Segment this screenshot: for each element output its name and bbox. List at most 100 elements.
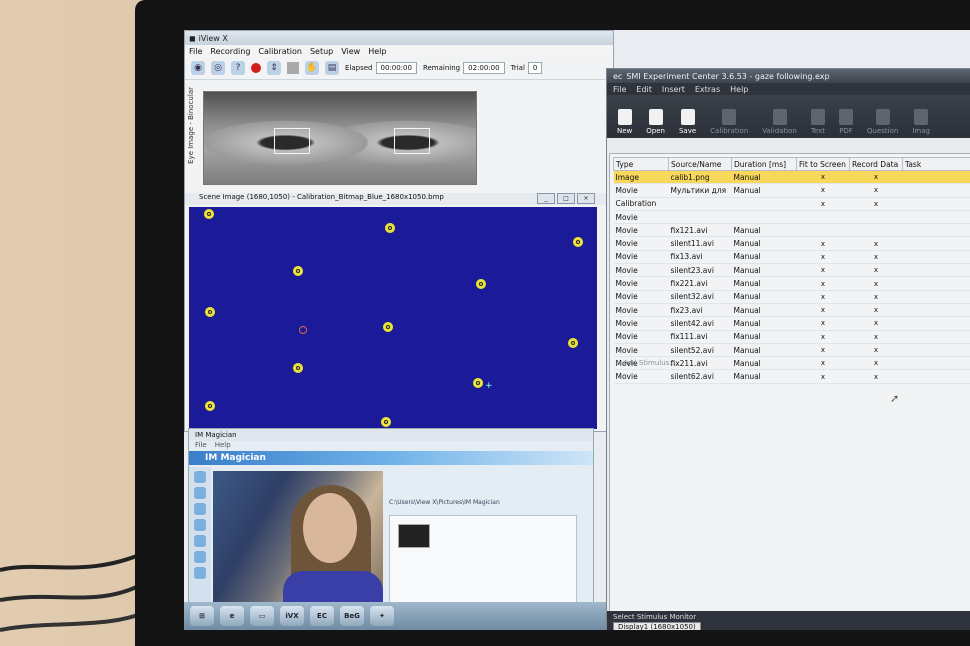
- iview-menu-view[interactable]: View: [341, 47, 360, 56]
- help-icon[interactable]: [194, 567, 206, 579]
- cell-record-data[interactable]: x: [849, 369, 903, 384]
- col-fit-to-screen[interactable]: Fit to Screen: [796, 157, 850, 171]
- cell-fit-to-screen[interactable]: x: [796, 316, 850, 331]
- col-record-data[interactable]: Record Data: [849, 157, 903, 171]
- magician-menu-help[interactable]: Help: [215, 441, 231, 451]
- pdf-button[interactable]: PDF: [839, 109, 854, 135]
- explorer-icon[interactable]: ▭: [250, 606, 274, 626]
- cell-record-data[interactable]: x: [849, 330, 903, 344]
- table-row[interactable]: Movie fix23.avi Manual x x: [613, 303, 970, 318]
- table-row[interactable]: Movie silent23.avi Manual x x: [613, 263, 970, 278]
- cell-record-data[interactable]: x: [849, 236, 903, 251]
- eye-help-icon[interactable]: ?: [231, 61, 245, 75]
- taskbar-experiment-center[interactable]: EC: [310, 606, 334, 626]
- record-button[interactable]: [251, 63, 261, 73]
- cell-record-data[interactable]: x: [849, 343, 903, 358]
- monitor-select[interactable]: Display1 (1680x1050): [613, 622, 701, 630]
- image-thumbnail[interactable]: [398, 524, 430, 548]
- new-button[interactable]: New: [617, 109, 632, 135]
- table-row[interactable]: Movie fix111.avi Manual x x: [613, 330, 970, 344]
- iview-menu-help[interactable]: Help: [368, 47, 386, 56]
- cell-record-data[interactable]: x: [849, 170, 903, 185]
- scene-image[interactable]: _ □ × +: [189, 193, 597, 429]
- cell-record-data[interactable]: x: [849, 303, 903, 318]
- cell-record-data[interactable]: x: [849, 290, 903, 304]
- question-button[interactable]: Question: [867, 109, 898, 135]
- table-row[interactable]: Movie silent42.avi Manual x x: [613, 316, 970, 331]
- cell-fit-to-screen[interactable]: x: [796, 290, 850, 304]
- cell-record-data[interactable]: x: [849, 276, 903, 291]
- iview-menu-recording[interactable]: Recording: [210, 47, 250, 56]
- col-source-name[interactable]: Source/Name: [668, 157, 732, 171]
- cell-record-data[interactable]: x: [849, 263, 903, 278]
- validation-button[interactable]: Validation: [762, 109, 797, 135]
- camera-icon[interactable]: [194, 519, 206, 531]
- cell-record-data[interactable]: x: [849, 356, 903, 371]
- cell-fit-to-screen[interactable]: x: [796, 303, 850, 318]
- cell-fit-to-screen[interactable]: x: [796, 197, 850, 211]
- cell-record-data[interactable]: x: [849, 316, 903, 331]
- table-row[interactable]: Image calib1.png Manual x x: [613, 170, 970, 185]
- cell-fit-to-screen[interactable]: x: [796, 250, 850, 265]
- cell-record-data[interactable]: [849, 223, 903, 238]
- magician-menu-file[interactable]: File: [195, 441, 207, 451]
- cell-fit-to-screen[interactable]: x: [796, 183, 850, 198]
- cell-record-data[interactable]: x: [849, 250, 903, 265]
- cell-fit-to-screen[interactable]: x: [796, 343, 850, 358]
- cell-fit-to-screen[interactable]: x: [796, 356, 850, 371]
- cell-fit-to-screen[interactable]: [796, 210, 850, 225]
- image-button[interactable]: Imag: [912, 109, 930, 135]
- cell-fit-to-screen[interactable]: [796, 223, 850, 238]
- smi-menu-help[interactable]: Help: [730, 85, 748, 94]
- iview-menu-setup[interactable]: Setup: [310, 47, 333, 56]
- hand-icon[interactable]: ✋: [305, 61, 319, 75]
- col-duration[interactable]: Duration [ms]: [731, 157, 797, 171]
- table-row[interactable]: Calibration x x: [613, 197, 970, 211]
- smi-menu-file[interactable]: File: [613, 85, 626, 94]
- stop-button[interactable]: [287, 62, 299, 74]
- taskbar-iviewx[interactable]: iVX: [280, 606, 304, 626]
- open-button[interactable]: Open: [646, 109, 665, 135]
- cell-record-data[interactable]: [849, 210, 903, 225]
- table-row[interactable]: Movie fix221.avi Manual x x: [613, 276, 970, 291]
- minimize-icon[interactable]: _: [537, 193, 555, 204]
- table-row[interactable]: Movie fix121.avi Manual: [613, 223, 970, 238]
- smi-menu-edit[interactable]: Edit: [636, 85, 652, 94]
- start-button[interactable]: ⊞: [190, 606, 214, 626]
- up-down-arrows-icon[interactable]: ⇕: [267, 61, 281, 75]
- col-type[interactable]: Type: [613, 157, 669, 171]
- check-icon[interactable]: [194, 503, 206, 515]
- folder-icon[interactable]: [194, 487, 206, 499]
- cell-fit-to-screen[interactable]: x: [796, 330, 850, 344]
- iview-menu-calibration[interactable]: Calibration: [258, 47, 302, 56]
- capture-icon[interactable]: [194, 471, 206, 483]
- cell-fit-to-screen[interactable]: x: [796, 236, 850, 251]
- eye-icon[interactable]: ◉: [191, 61, 205, 75]
- col-task[interactable]: Task: [902, 157, 970, 171]
- table-row[interactable]: Movie silent32.avi Manual x x: [613, 290, 970, 304]
- settings-icon[interactable]: [194, 535, 206, 547]
- cell-record-data[interactable]: x: [849, 197, 903, 211]
- table-row[interactable]: Movie silent11.avi Manual x x: [613, 236, 970, 251]
- iview-menu-file[interactable]: File: [189, 47, 202, 56]
- text-button[interactable]: Text: [811, 109, 825, 135]
- save-button[interactable]: Save: [679, 109, 696, 135]
- cell-fit-to-screen[interactable]: x: [796, 170, 850, 185]
- table-row[interactable]: Movie Мультики для Manual x x: [613, 183, 970, 198]
- close-icon[interactable]: ×: [577, 193, 595, 204]
- maximize-icon[interactable]: □: [557, 193, 575, 204]
- browser-icon[interactable]: e: [220, 606, 244, 626]
- smi-menu-insert[interactable]: Insert: [662, 85, 685, 94]
- cell-fit-to-screen[interactable]: x: [796, 369, 850, 384]
- table-row[interactable]: Movie fix13.avi Manual x x: [613, 250, 970, 265]
- eye-setup-icon[interactable]: ◎: [211, 61, 225, 75]
- save-data-icon[interactable]: ▤: [325, 61, 339, 75]
- cell-record-data[interactable]: x: [849, 183, 903, 198]
- smi-menu-extras[interactable]: Extras: [695, 85, 720, 94]
- taskbar-magician[interactable]: ✦: [370, 606, 394, 626]
- cell-fit-to-screen[interactable]: x: [796, 263, 850, 278]
- add-stimulus-button[interactable]: + Add Stimulus...: [615, 359, 676, 367]
- cell-fit-to-screen[interactable]: x: [796, 276, 850, 291]
- table-row[interactable]: Movie silent52.avi Manual x x: [613, 343, 970, 358]
- table-row[interactable]: Movie silent62.avi Manual x x: [613, 369, 970, 384]
